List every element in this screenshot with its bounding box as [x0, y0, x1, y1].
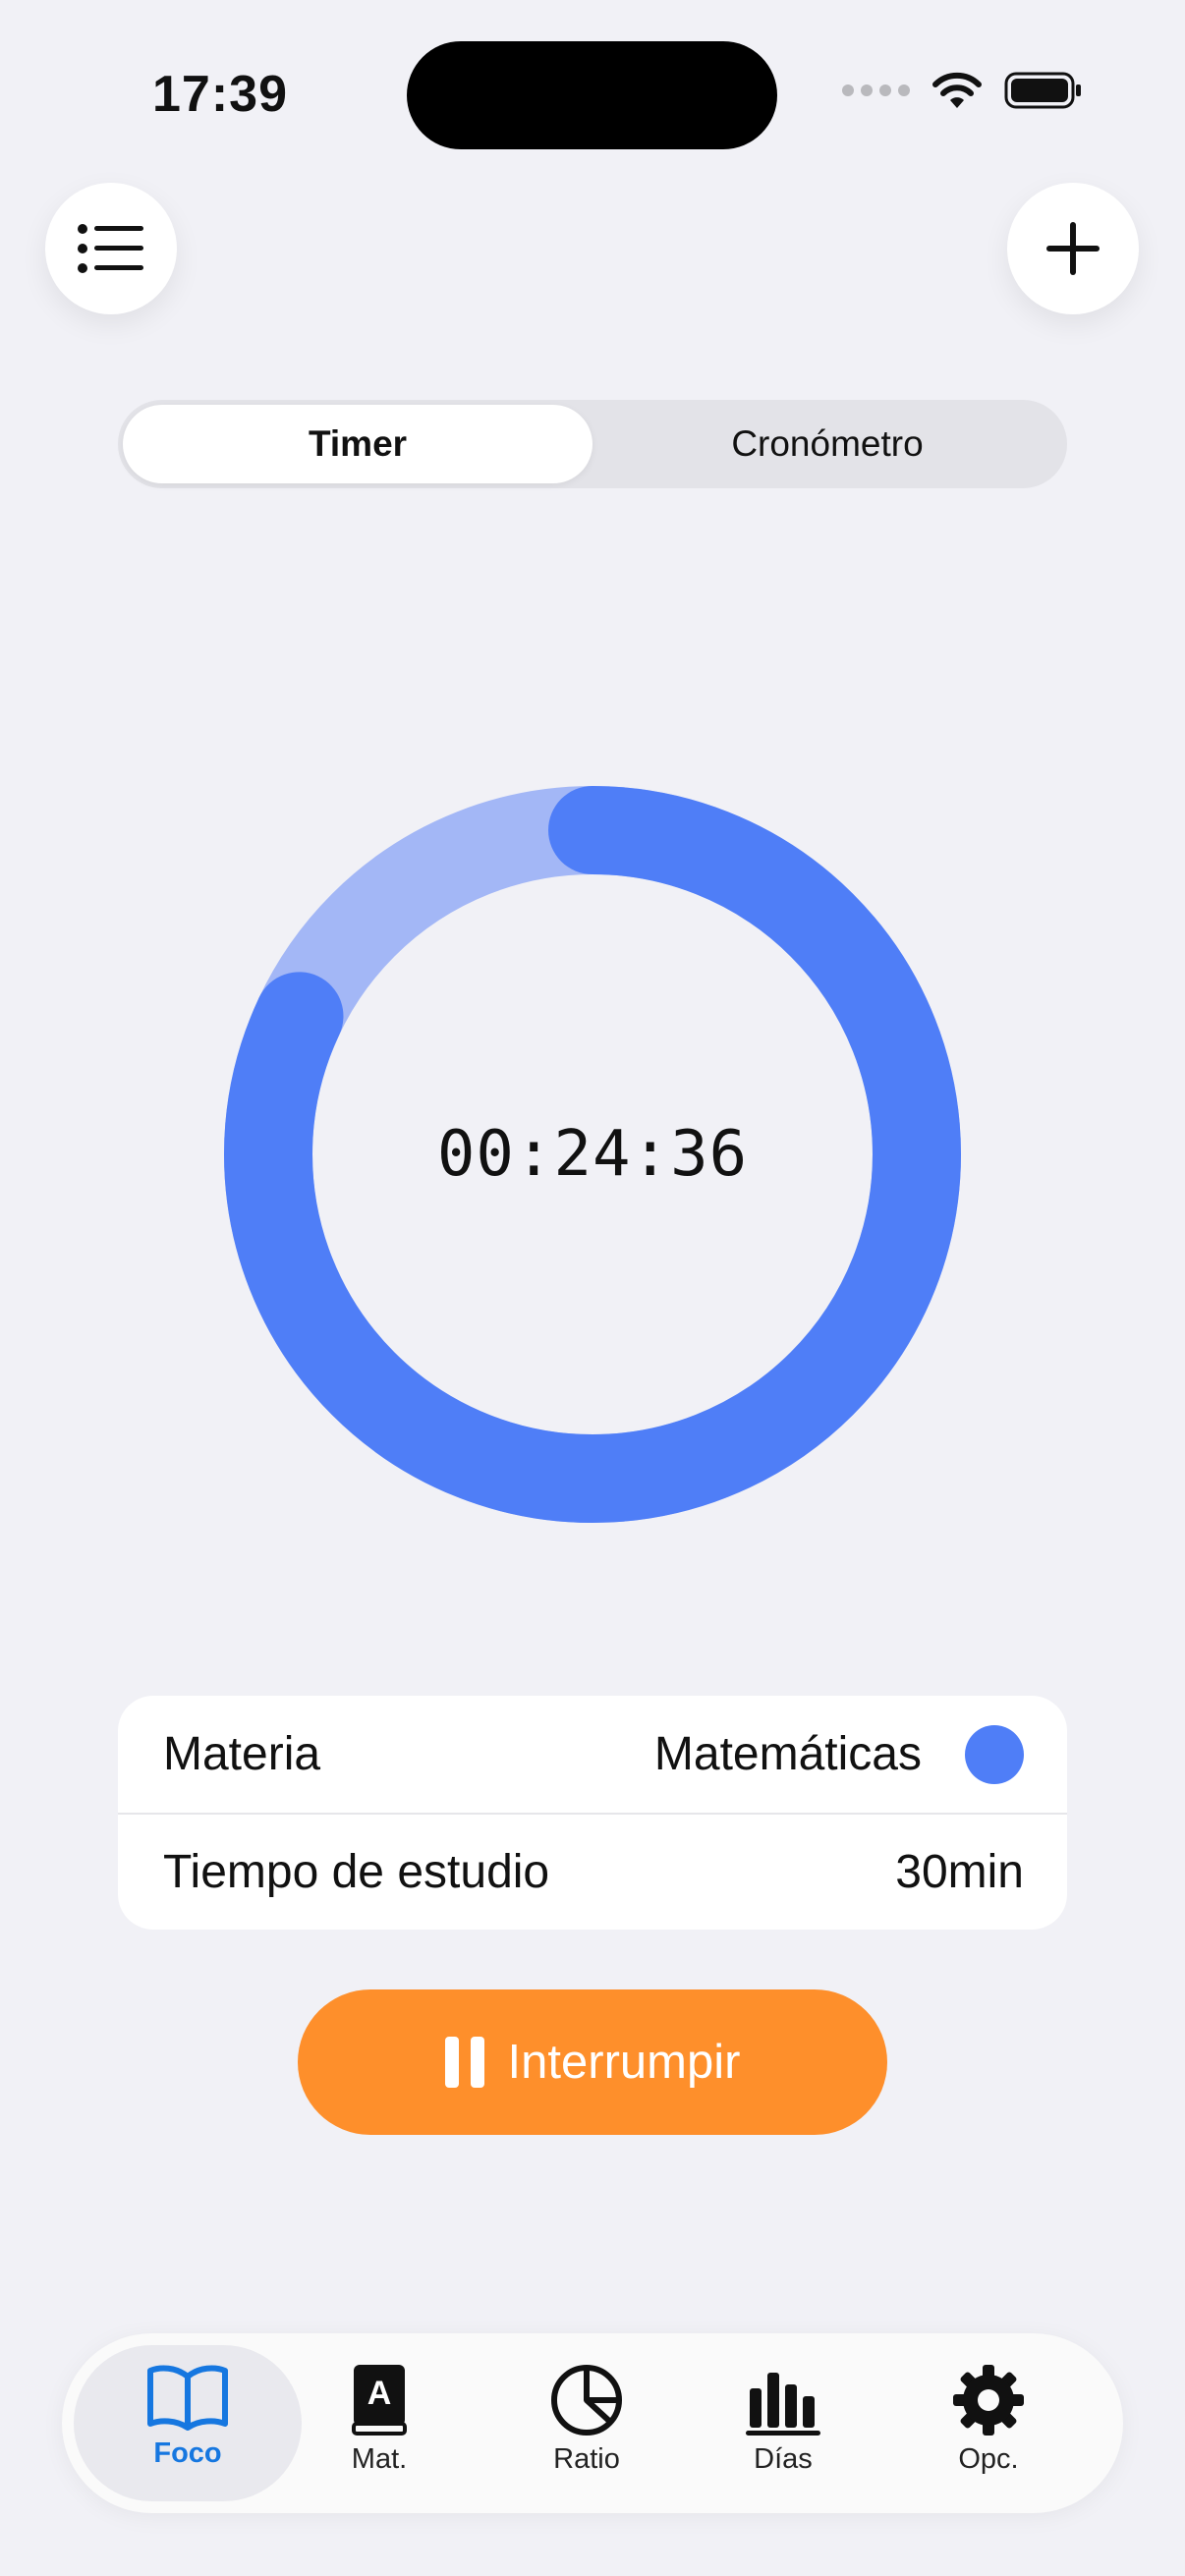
interrupt-label: Interrumpir [507, 2036, 741, 2089]
study-time-value: 30min [895, 1846, 1024, 1898]
tab-label: Ratio [553, 2443, 620, 2475]
study-time-row[interactable]: Tiempo de estudio 30min [118, 1813, 1067, 1930]
status-time: 17:39 [152, 66, 288, 123]
tab-label: Mat. [351, 2443, 408, 2475]
cellular-signal-icon [842, 84, 910, 96]
tab-ratio[interactable]: Ratio [488, 2363, 685, 2476]
subject-label: Materia [163, 1728, 321, 1780]
book-icon [147, 2365, 228, 2431]
tab-focus[interactable]: Foco [89, 2363, 286, 2470]
segment-timer[interactable]: Timer [123, 405, 592, 483]
timer-display: 00:24:36 [436, 1118, 749, 1191]
mode-segmented-control: Timer Cronómetro [118, 400, 1067, 488]
timer-ring: 00:24:36 [224, 786, 961, 1523]
pie-chart-icon [551, 2365, 622, 2436]
tab-label: Foco [153, 2437, 222, 2469]
segment-chronometer[interactable]: Cronómetro [592, 405, 1062, 483]
subject-value: Matemáticas [653, 1728, 922, 1780]
add-button[interactable] [1007, 183, 1139, 314]
dictionary-icon: A [352, 2365, 407, 2436]
battery-icon [1004, 72, 1081, 109]
subject-color-dot [965, 1724, 1024, 1784]
status-indicators [842, 71, 1083, 110]
list-button[interactable] [45, 183, 177, 314]
tab-label: Opc. [958, 2443, 1019, 2475]
tab-label: Días [754, 2443, 813, 2475]
interrupt-button[interactable]: Interrumpir [298, 1989, 887, 2135]
study-time-label: Tiempo de estudio [163, 1846, 550, 1898]
list-icon [78, 224, 143, 273]
pause-icon [444, 2037, 484, 2088]
tab-days[interactable]: Días [685, 2363, 881, 2476]
tab-bar: Foco A Mat. Ratio Días Opc. [62, 2333, 1123, 2513]
focus-screen: 17:39 Timer Cronómetro 00:24:36 Materia … [0, 0, 1185, 2576]
dynamic-island [407, 41, 777, 149]
session-info-card: Materia Matemáticas Tiempo de estudio 30… [118, 1696, 1067, 1930]
tab-subjects[interactable]: A Mat. [281, 2363, 478, 2476]
subject-row[interactable]: Materia Matemáticas [118, 1696, 1067, 1813]
plus-icon [1046, 222, 1100, 275]
wifi-icon [932, 72, 982, 108]
gear-icon [953, 2365, 1024, 2436]
bar-chart-icon [746, 2373, 820, 2436]
svg-text:A: A [367, 2375, 392, 2412]
tab-options[interactable]: Opc. [890, 2363, 1087, 2476]
